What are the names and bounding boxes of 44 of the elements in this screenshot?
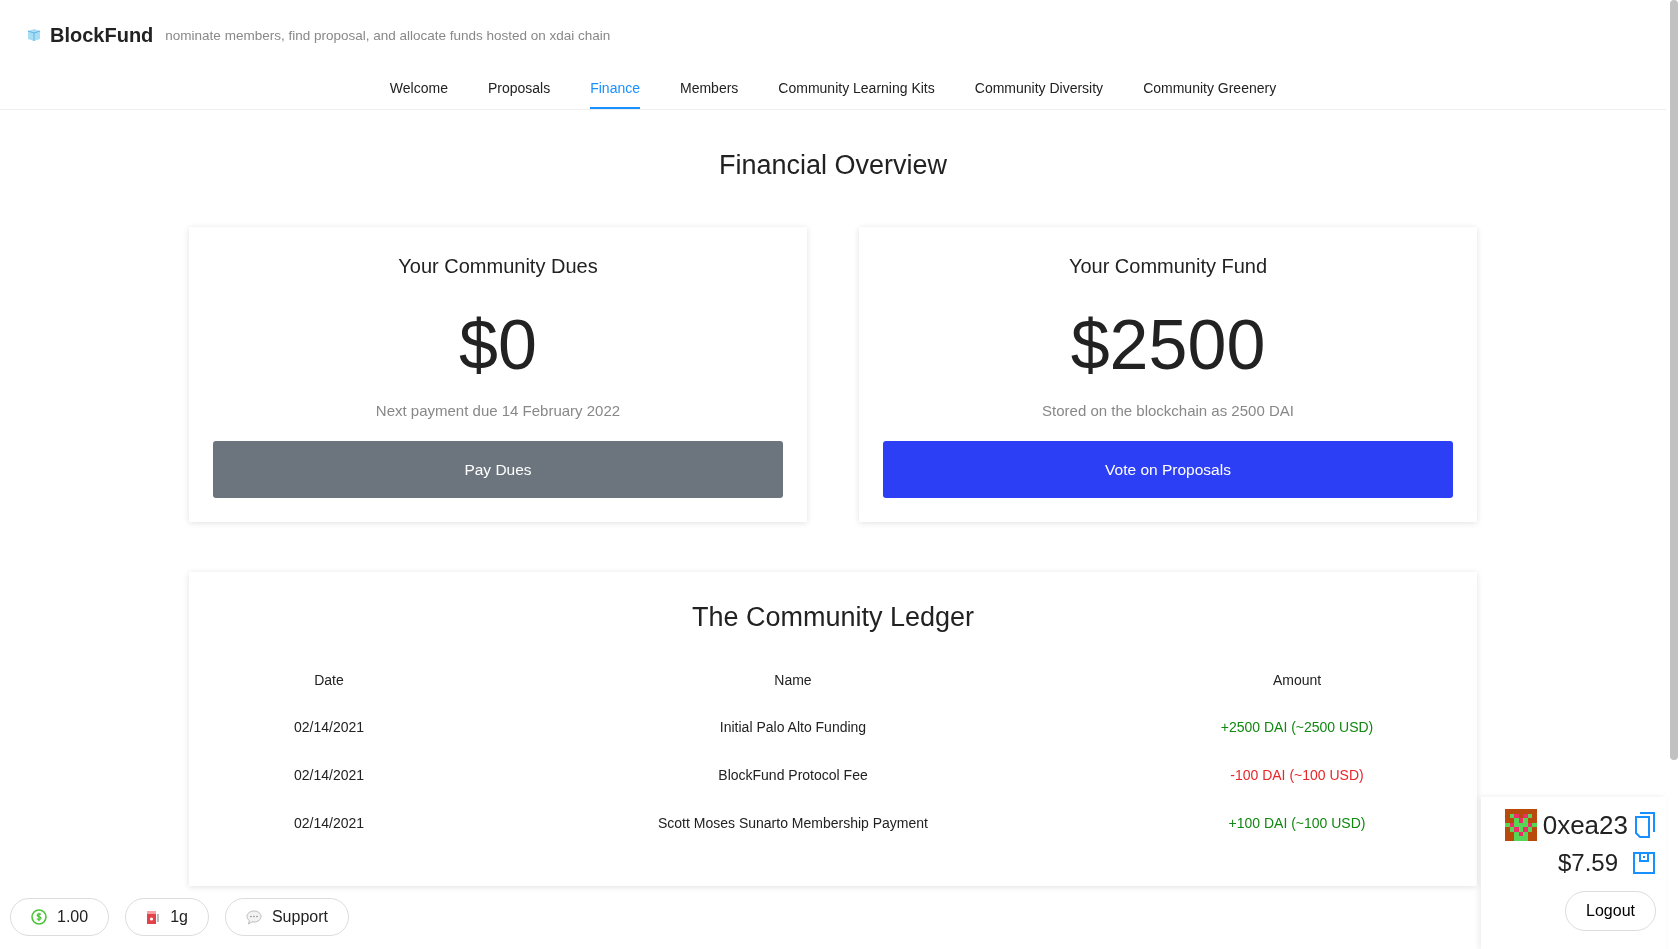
wallet-address: 0xea23 bbox=[1542, 809, 1628, 841]
name-cell: BlockFund Protocol Fee bbox=[718, 767, 868, 783]
amount: $2500 bbox=[1070, 305, 1266, 385]
copy-icon[interactable] bbox=[1634, 812, 1656, 838]
nav-tab[interactable]: Community Learning Kits bbox=[758, 72, 955, 109]
nav-tab[interactable]: Community Diversity bbox=[954, 72, 1124, 109]
date-cell: 02/14/2021 bbox=[293, 767, 365, 783]
card-title: Your Community Fund bbox=[1068, 254, 1268, 279]
date-cell: 02/14/2021 bbox=[293, 815, 365, 831]
card-title: Your Community Dues bbox=[398, 254, 598, 279]
card-note: Stored on the blockchain as 2500 DAI bbox=[1042, 401, 1294, 421]
name-cell: Scott Moses Sunarto Membership Payment bbox=[658, 815, 928, 831]
wallet-balance: $7.59 bbox=[1557, 849, 1618, 877]
page-title: Financial Overview bbox=[717, 149, 949, 182]
nav-tab[interactable]: Members bbox=[660, 72, 759, 109]
speech-bubble-icon bbox=[245, 909, 262, 925]
status-pill[interactable]: 1g bbox=[125, 898, 209, 936]
nav-tab[interactable]: Community Greenery bbox=[1123, 72, 1297, 109]
column-header: Amount bbox=[1272, 672, 1322, 688]
amount-cell: +100 DAI (~100 USD) bbox=[1228, 815, 1366, 831]
pay-button[interactable]: Pay Dues bbox=[213, 441, 783, 498]
amount-cell: +2500 DAI (~2500 USD) bbox=[1220, 719, 1374, 735]
wallet-icon[interactable] bbox=[1632, 851, 1656, 875]
card-note: Next payment due 14 February 2022 bbox=[375, 401, 621, 421]
date-cell: 02/14/2021 bbox=[293, 719, 365, 735]
dollar-icon bbox=[31, 909, 47, 925]
ledger-title: The Community Ledger bbox=[690, 601, 976, 634]
name-cell: Initial Palo Alto Funding bbox=[719, 719, 867, 735]
vote-button[interactable]: Vote on Proposals bbox=[883, 441, 1453, 498]
fuel-can-icon bbox=[146, 909, 161, 925]
amount-cell: -100 DAI (~100 USD) bbox=[1230, 767, 1364, 783]
column-header: Name bbox=[774, 672, 812, 688]
tagline: nominate members, find proposal, and allocate funds hosted on xdai chain bbox=[165, 27, 611, 43]
support-button[interactable]: Support bbox=[224, 898, 349, 936]
status-pill[interactable]: 1.00 bbox=[10, 898, 110, 936]
logout-button[interactable]: Logout bbox=[1565, 891, 1656, 931]
avatar-icon bbox=[1504, 809, 1537, 841]
column-header: Date bbox=[314, 672, 344, 688]
app-logo[interactable]: BlockFund bbox=[50, 23, 154, 47]
amount: $0 bbox=[459, 305, 537, 385]
nav-tab[interactable]: Welcome bbox=[369, 72, 468, 109]
ice-cube-icon bbox=[26, 28, 42, 42]
nav-tab[interactable]: Proposals bbox=[467, 72, 571, 109]
scrollbar[interactable] bbox=[1670, 0, 1678, 760]
